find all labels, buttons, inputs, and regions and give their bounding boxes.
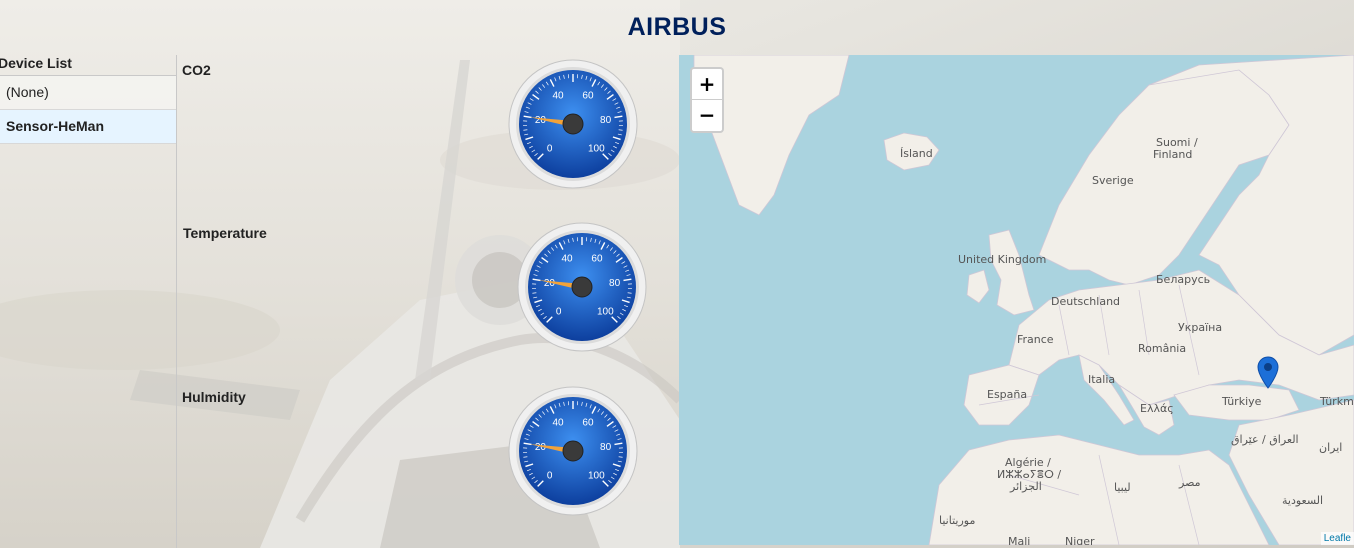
map-label-algerie-arabic: الجزائر (1010, 480, 1042, 493)
map-label-sverige: Sverige (1092, 174, 1134, 187)
zoom-out-button[interactable]: − (692, 100, 722, 130)
gauge-hub (562, 113, 584, 135)
gauge-hub (562, 440, 584, 462)
map-label-saudi: السعودية (1282, 494, 1324, 507)
gauge-tick (618, 456, 623, 458)
zoom-in-button[interactable]: + (692, 69, 722, 100)
header: AIRBUS (0, 0, 1354, 55)
humidity-gauge: 02040 6080100 (508, 386, 638, 516)
gauge-tick-label: 100 (588, 470, 605, 481)
gauge-tick-label: 60 (591, 254, 603, 265)
gauge-tick (618, 129, 623, 131)
gauge-tick-label: 100 (588, 143, 605, 154)
device-item-none[interactable]: (None) (0, 76, 176, 110)
co2-gauge: 02040 6080100 (508, 59, 638, 189)
map-label-romania: România (1138, 342, 1187, 355)
map[interactable]: Ísland Suomi / Finland Sverige United Ki… (679, 55, 1354, 545)
map-label-france: France (1017, 333, 1054, 346)
map-label-belarus: Беларусь (1156, 273, 1211, 286)
map-label-ukraina: Україна (1178, 321, 1223, 334)
map-label-island: Ísland (900, 147, 933, 160)
device-list-panel: Device List (None) Sensor-HeMan (0, 55, 177, 548)
map-label-espana: España (987, 388, 1028, 401)
map-label-mauritania: موريتانيا (939, 514, 976, 527)
gauge-tick (523, 129, 528, 131)
gauge-tick (523, 456, 528, 458)
gauge-label-co2: CO2 (182, 62, 211, 78)
temperature-gauge: 02040 6080100 (517, 222, 647, 352)
map-label-turkmen: Türkme (1320, 395, 1354, 408)
location-marker-icon[interactable] (1256, 355, 1280, 389)
gauge-tick-label: 100 (597, 306, 614, 317)
map-label-mali: Mali (1008, 535, 1031, 545)
gauge-tick-label: 0 (547, 143, 553, 154)
map-label-finland: Finland (1153, 148, 1193, 161)
gauge-tick-label: 0 (556, 306, 562, 317)
map-label-misr: مصر (1179, 476, 1201, 489)
device-list-title: Device List (0, 55, 176, 76)
map-label-uk: United Kingdom (958, 253, 1047, 266)
map-label-iraq: العراق / عێراق (1231, 433, 1299, 446)
gauge-tick-label: 40 (552, 418, 564, 429)
gauge-label-humidity: Hulmidity (182, 389, 246, 405)
map-label-turkiye: Türkiye (1222, 395, 1262, 408)
gauge-tick-label: 60 (582, 91, 594, 102)
gauge-hub (571, 276, 593, 298)
gauge-tick-label: 80 (600, 115, 612, 126)
gauge-tick-label: 80 (600, 442, 612, 453)
map-label-deutschland: Deutschland (1051, 295, 1121, 308)
gauge-label-temperature: Temperature (183, 225, 267, 241)
gauge-tick-label: 80 (609, 278, 621, 289)
gauge-tick (627, 292, 632, 294)
map-label-iran: ایران (1319, 441, 1343, 454)
gauge-tick-label: 0 (547, 470, 553, 481)
map-label-libya: ليبيا (1114, 481, 1131, 494)
gauge-tick (532, 292, 537, 294)
map-label-ellas: Ελλάς (1140, 402, 1174, 415)
map-attribution-link[interactable]: Leafle (1320, 532, 1354, 545)
airbus-logo: AIRBUS (627, 13, 727, 41)
gauge-tick-label: 40 (561, 254, 573, 265)
map-label-niger: Niger (1065, 535, 1095, 545)
gauge-tick-label: 40 (552, 91, 564, 102)
device-item-sensor-heman[interactable]: Sensor-HeMan (0, 110, 176, 144)
map-label-italia: Italia (1088, 373, 1116, 386)
map-zoom-control: + − (690, 67, 724, 133)
gauge-tick-label: 60 (582, 418, 594, 429)
